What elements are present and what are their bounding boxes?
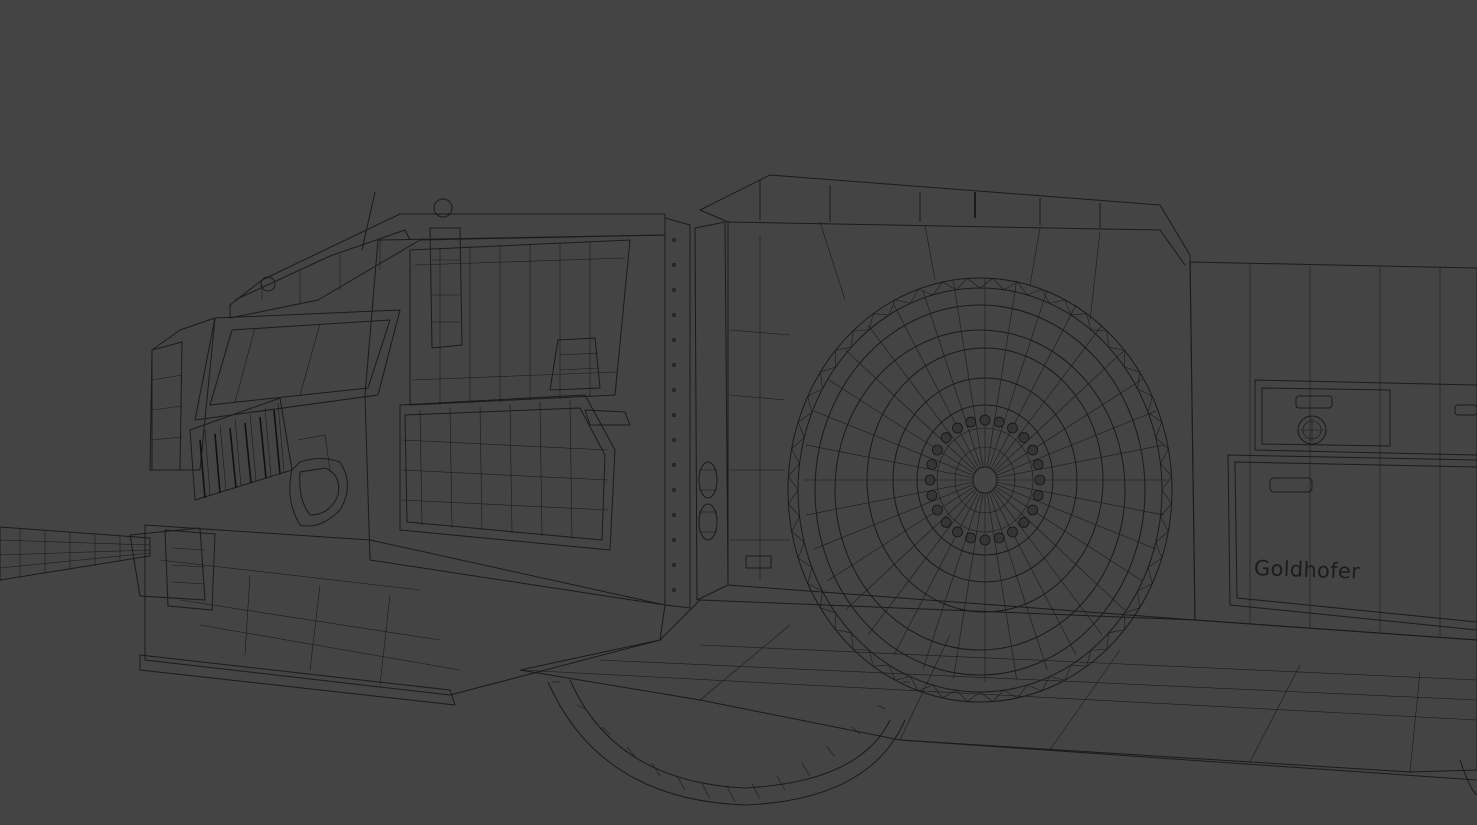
rear-light-panel bbox=[694, 221, 772, 601]
tow-bar bbox=[0, 526, 216, 611]
viewport[interactable]: Goldhofer bbox=[0, 0, 1477, 825]
vehicle-wireframe bbox=[0, 174, 1477, 806]
front-wheel bbox=[787, 277, 1173, 703]
cab bbox=[139, 191, 691, 706]
fender-body bbox=[699, 174, 1196, 621]
brand-label: Goldhofer bbox=[1253, 556, 1361, 584]
